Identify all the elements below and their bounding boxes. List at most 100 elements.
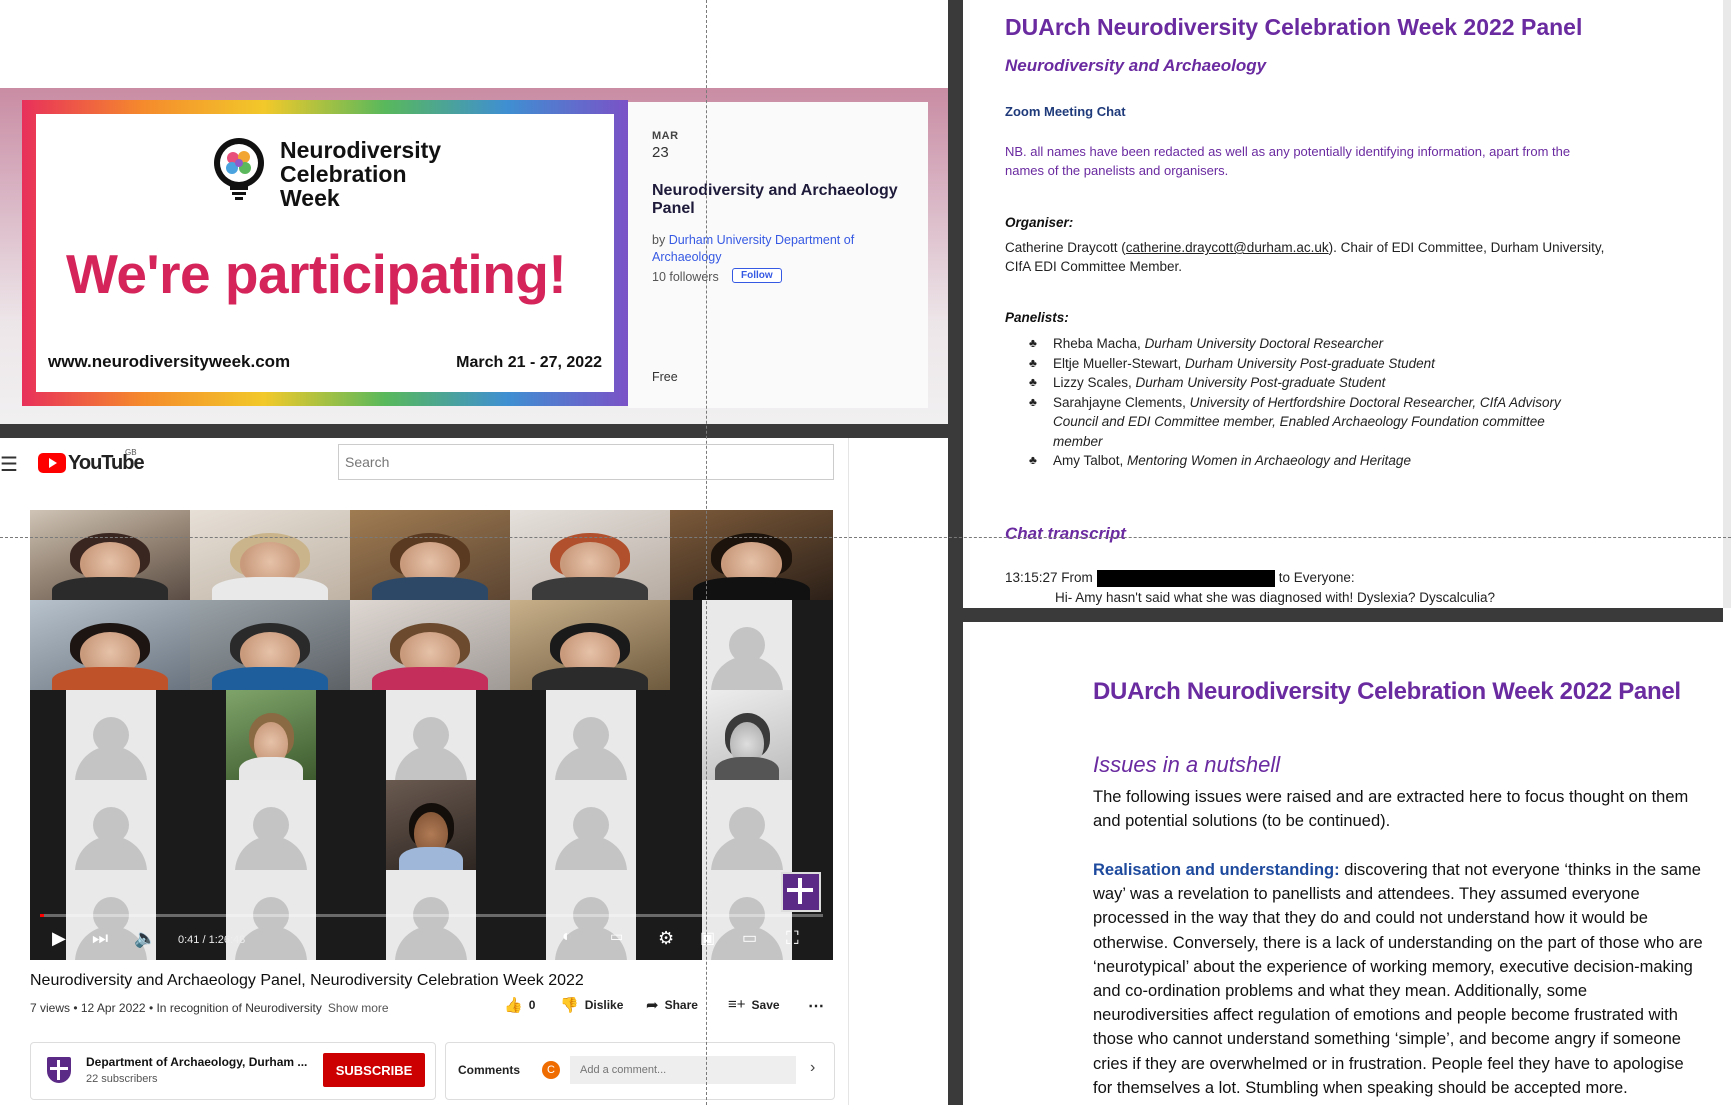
panelist-name: Eltje Mueller-Stewart, [1053,355,1186,371]
more-actions-icon[interactable]: ⋯ [808,996,824,1016]
thumbs-down-icon: 👎 [560,997,579,1014]
event-banner-body: Neurodiversity Celebration Week We're pa… [36,114,614,392]
theater-mode-icon[interactable]: ▭ [742,928,757,948]
participant-placeholder-tile [226,780,316,870]
dislike-button[interactable]: 👎 Dislike [560,996,623,1014]
participant-video-tile [670,510,833,600]
organiser-email-link[interactable]: catherine.draycott@durham.ac.uk [1126,240,1329,255]
intro-paragraph: The following issues were raised and are… [1093,788,1689,830]
zoom-chat-heading: Zoom Meeting Chat [1005,104,1126,119]
participant-video-tile [386,780,476,870]
event-organiser: by Durham University Department of Archa… [652,232,912,266]
issues-summary-document: DUArch Neurodiversity Celebration Week 2… [963,622,1731,1105]
participant-placeholder-tile [66,780,156,870]
banner-url: www.neurodiversityweek.com [48,352,291,371]
event-banner[interactable]: Neurodiversity Celebration Week We're pa… [22,100,628,406]
show-more-link[interactable]: Show more [328,1001,389,1015]
panelist-role: Durham University Post-graduate Student [1135,375,1386,390]
chat-transcript-document: DUArch Neurodiversity Celebration Week 2… [963,0,1723,608]
like-button[interactable]: 👍 0 [504,996,535,1014]
participant-video-tile [190,510,350,600]
channel-avatar[interactable] [47,1057,71,1083]
search-input[interactable]: Search [338,444,834,480]
chat-message: Hi- Amy hasn't said what she was diagnos… [1055,590,1496,605]
panelist-name: Sarahjayne Clements, [1053,394,1190,410]
panelist-role: Durham University Post-graduate Student [1185,355,1435,371]
club-bullet-icon: ♣ [1029,375,1037,389]
play-icon[interactable]: ▶ [52,928,66,949]
like-count: 0 [528,998,536,1012]
list-item: ♣ Eltje Mueller-Stewart, Durham Universit… [1029,354,1589,374]
banner-headline: We're participating! [66,243,567,305]
logo-line: Celebration [280,161,407,187]
document-subtitle: Neurodiversity and Archaeology [1005,56,1267,75]
participant-video-tile [226,690,316,780]
progress-fill [40,914,45,917]
chat-timestamp: 13:15:27 From [1005,570,1093,586]
follower-count: 10 followers [652,270,719,284]
organiser-label: Organiser: [1005,215,1074,230]
panelists-label: Panelists: [1005,310,1069,325]
share-button[interactable]: ➦ Share [646,996,698,1014]
miniplayer-icon[interactable]: ▣ [700,928,715,948]
captions-icon[interactable]: ▭ [610,928,623,945]
logo-line: Week [280,185,340,211]
settings-gear-icon[interactable]: ⚙ [658,928,674,949]
participant-video-tile [30,510,190,600]
player-controls: ▶ ⏭ 🔈 0:41 / 1:26:48 ◐ ▭ ⚙ ▣ ▭ ⛶ [30,922,833,958]
logo-wordmark: Neurodiversity Celebration Week [280,138,441,210]
dislike-label: Dislike [584,998,624,1012]
add-to-playlist-icon: ≡+ [728,996,746,1013]
participant-placeholder-tile [546,690,636,780]
chat-transcript-heading: Chat transcript [1005,524,1126,543]
volume-icon[interactable]: 🔈 [134,928,156,949]
participant-placeholder-tile [702,600,792,690]
panelist-role: Durham University Doctoral Researcher [1144,336,1384,351]
club-bullet-icon: ♣ [1029,453,1037,467]
youtube-panel: ☰ YouTube GB Search ▶ ⏭ 🔈 0:41 / 1:26:48… [0,438,848,1105]
event-info: MAR 23 Neurodiversity and Archaeology Pa… [628,102,928,408]
save-button[interactable]: ≡+ Save [728,996,780,1013]
lightbulb-brain-logo-icon [214,138,264,200]
participant-placeholder-tile [66,690,156,780]
participant-video-tile [510,600,670,690]
list-item: ♣ Amy Talbot, Mentoring Women in Archaeol… [1029,451,1589,471]
participant-placeholder-tile [702,780,792,870]
channel-name[interactable]: Department of Archaeology, Durham ... [86,1055,307,1069]
paragraph-lead: Realisation and understanding: [1093,861,1340,879]
event-day: 23 [652,144,669,161]
list-item: ♣ Rheba Macha, Durham University Doctoral… [1029,334,1589,354]
save-label: Save [751,997,780,1012]
subscriber-count: 22 subscribers [86,1073,158,1085]
participant-video-tile [702,690,792,780]
follow-button[interactable]: Follow [732,268,782,283]
autoplay-toggle-icon[interactable]: ◐ [562,928,572,946]
chevron-right-icon[interactable]: › [810,1059,815,1077]
panelist-name: Amy Talbot, [1053,453,1128,468]
scroll-gutter [1723,0,1731,608]
chat-entry-header: 13:15:27 From to Everyone: [1005,570,1355,587]
video-title: Neurodiversity and Archaeology Panel, Ne… [30,972,584,989]
eventbrite-event-panel: Neurodiversity Celebration Week We're pa… [0,88,948,424]
participant-video-tile [190,600,350,690]
event-price: Free [652,370,678,384]
fullscreen-icon[interactable]: ⛶ [786,928,799,949]
participant-placeholder-tile [386,690,476,780]
next-icon[interactable]: ⏭ [92,928,108,949]
hamburger-menu-icon[interactable]: ☰ [0,452,18,477]
redacted-name-block [1096,570,1275,587]
event-title[interactable]: Neurodiversity and Archaeology Panel [652,182,912,218]
comment-input[interactable] [570,1056,796,1084]
video-player[interactable]: ▶ ⏭ 🔈 0:41 / 1:26:48 ◐ ▭ ⚙ ▣ ▭ ⛶ [30,510,833,960]
region-code: GB [125,448,137,457]
panel-divider [948,0,963,1105]
participant-video-tile [350,600,510,690]
participant-video-tile [30,600,190,690]
panelist-role: Mentoring Women in Archaeology and Herit… [1127,453,1411,468]
participant-video-tile [350,510,510,600]
list-item: ♣ Sarahjayne Clements, University of Hert… [1029,393,1589,452]
subscribe-button[interactable]: SUBSCRIBE [323,1053,425,1087]
organiser-link[interactable]: Durham University Department of Archaeol… [652,233,854,264]
panel-divider [963,608,1723,622]
logo-line: Neurodiversity [280,137,442,163]
